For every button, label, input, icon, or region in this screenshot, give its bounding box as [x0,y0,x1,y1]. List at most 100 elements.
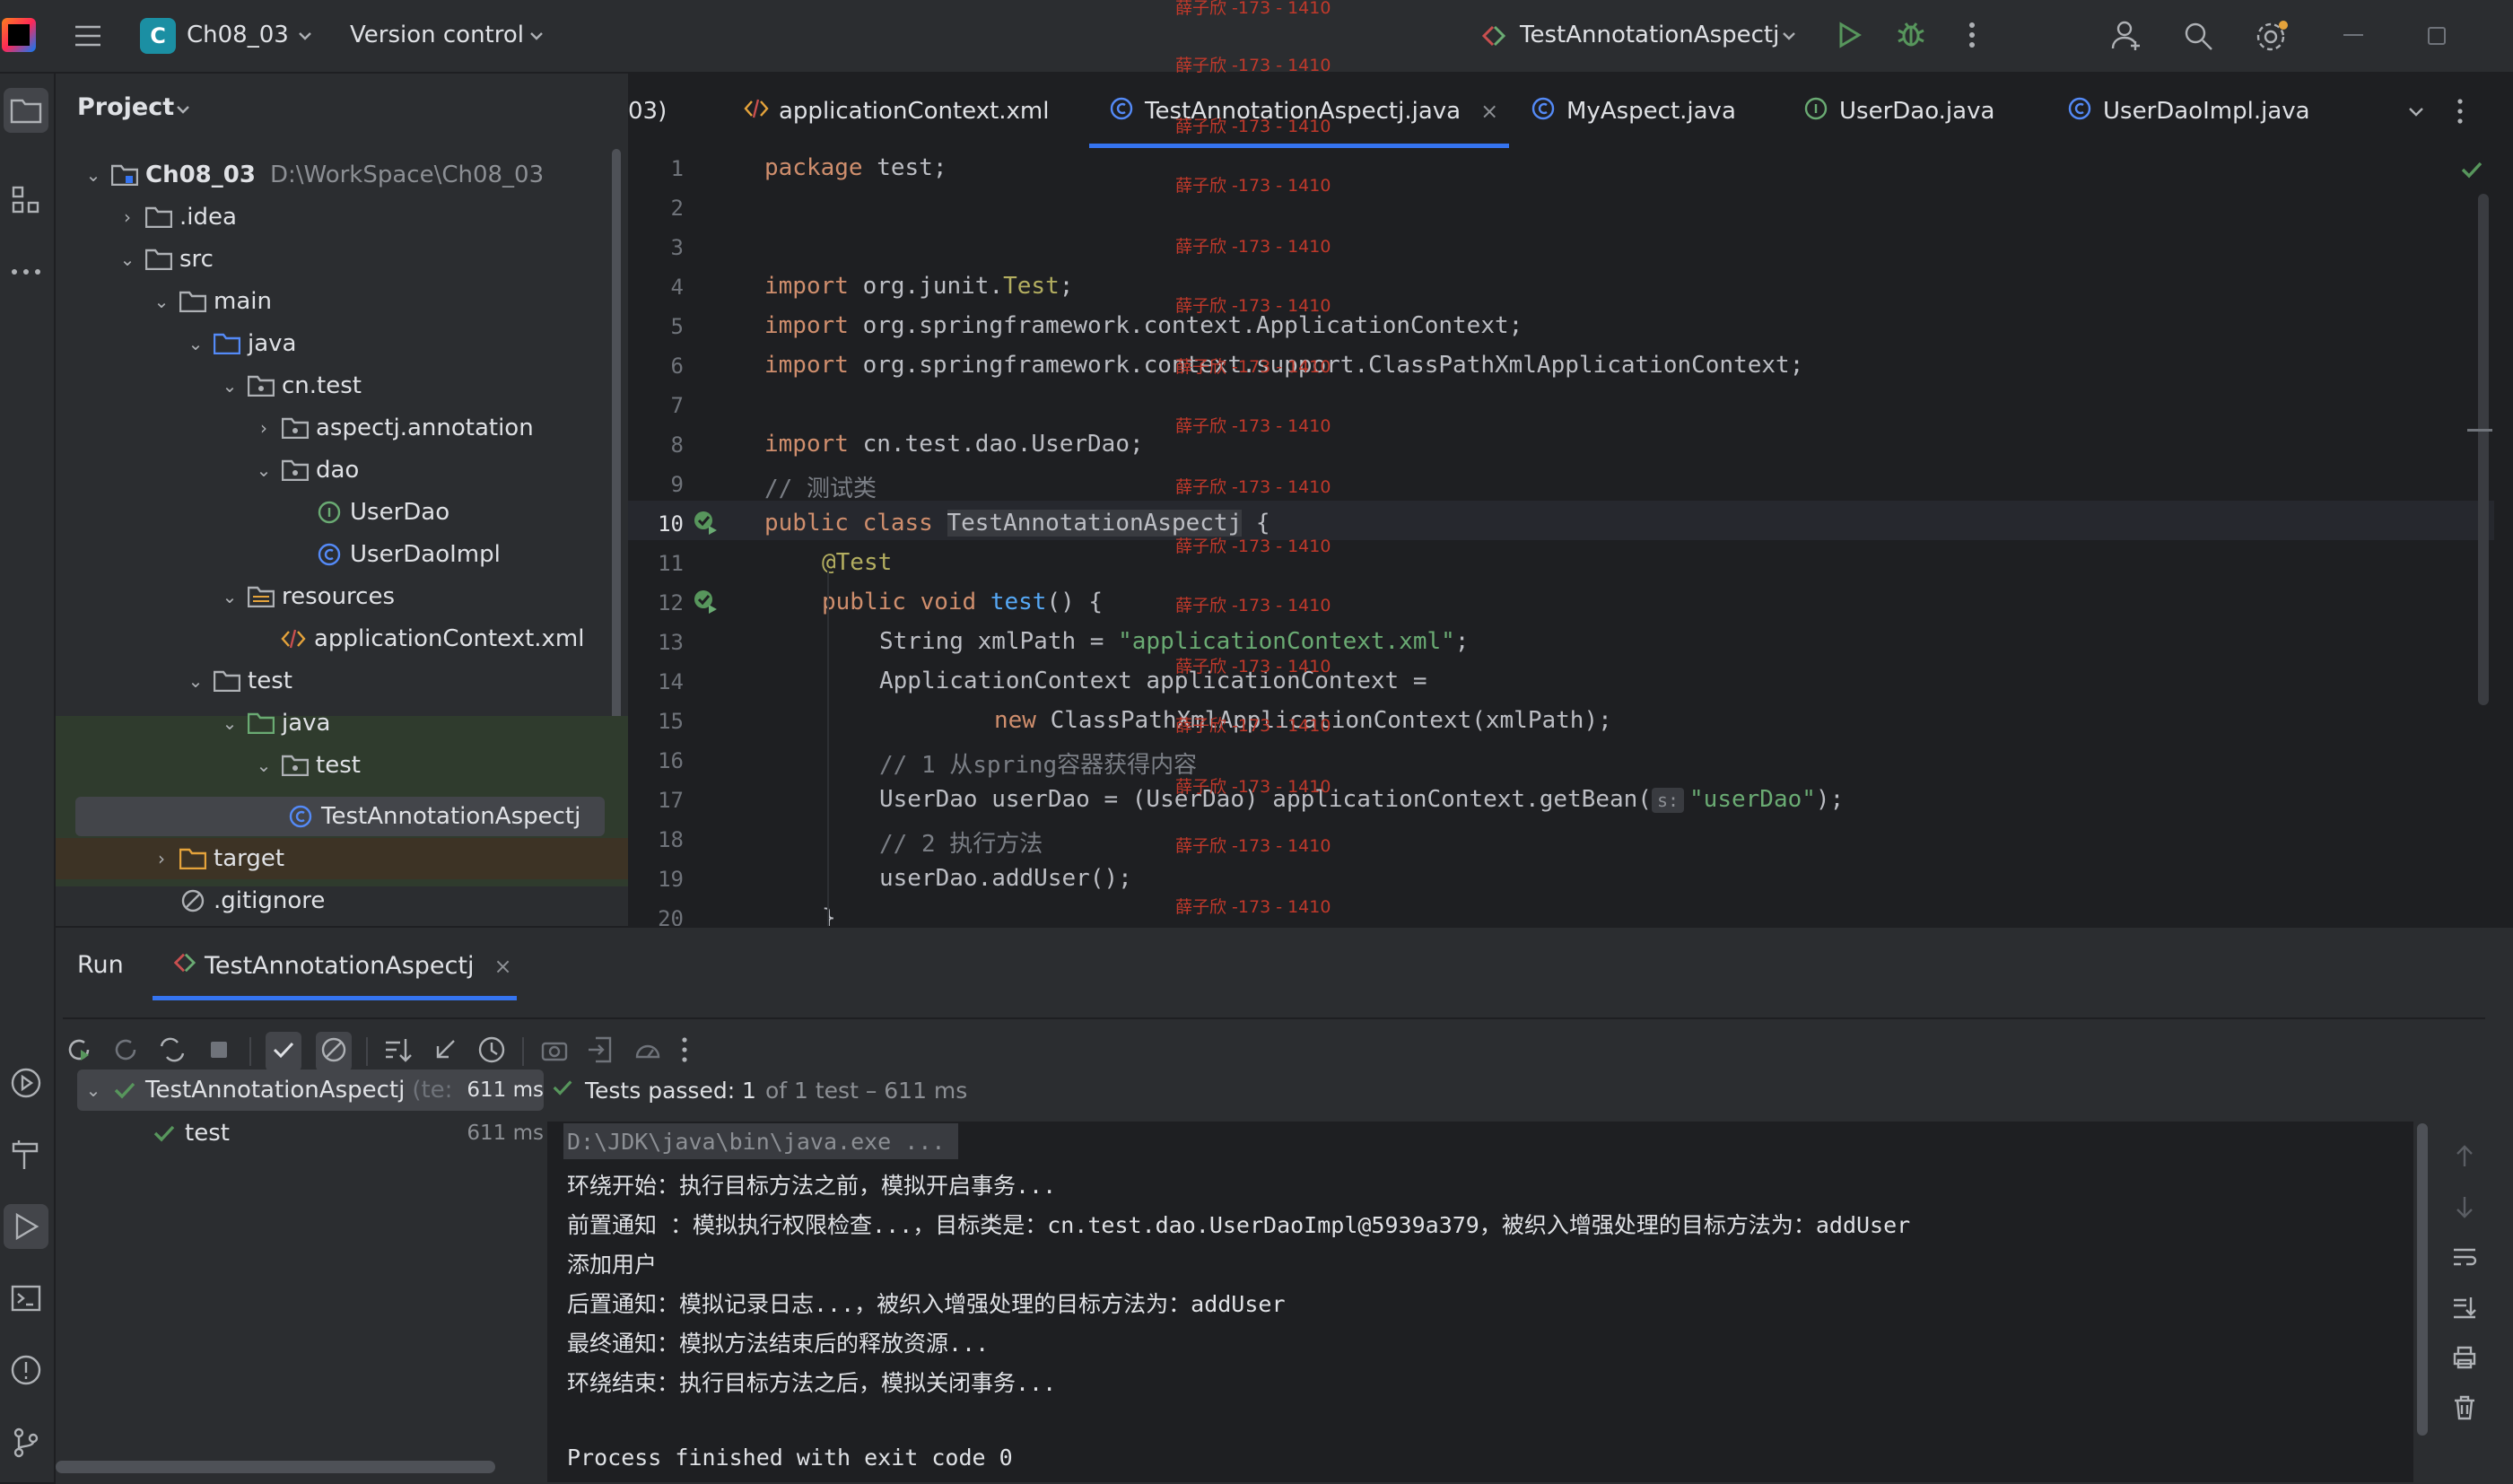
collapse-all-icon[interactable] [429,1034,461,1069]
project-panel-title[interactable]: Project [77,93,174,121]
watermark-text: 薛子欣 -173 - 1410 [1175,237,1331,257]
active-tab-indicator [1089,144,1509,148]
structure-tool-icon[interactable] [4,178,48,223]
tree-item-dao[interactable]: ⌄ dao [253,450,360,491]
show-ignored-toggle-icon[interactable] [316,1032,352,1071]
chevron-down-icon [174,100,192,122]
test-source-folder-icon [246,708,276,738]
tree-item-testannotationaspectj[interactable]: TestAnnotationAspectj [280,796,580,837]
problems-icon[interactable] [4,1348,48,1392]
rerun-icon[interactable] [63,1034,95,1069]
tree-item-main[interactable]: ⌄ main [151,281,272,322]
soft-wrap-icon[interactable] [2451,1244,2478,1274]
toggle-auto-test-icon[interactable] [156,1034,188,1069]
tab-userdao-java[interactable]: UserDao.java [1803,74,1994,149]
test-node-test[interactable]: test 611 ms [144,1113,544,1154]
no-problems-check-icon[interactable] [2458,156,2485,187]
tree-item-java-source[interactable]: ⌄ java [185,323,297,364]
run-icon[interactable] [1834,20,1864,54]
tree-item-userdao[interactable]: UserDao [309,492,449,533]
history-clock-icon[interactable] [476,1034,508,1069]
tree-item-cn-test[interactable]: ⌄ cn.test [219,365,362,406]
import-tests-icon[interactable] [585,1034,617,1069]
code-line-12: public void test() { [822,589,1104,615]
version-control-dropdown[interactable]: Version control [350,22,524,48]
search-icon[interactable] [2182,20,2214,56]
watermark-text: 薛子欣 -173 - 1410 [1175,596,1331,615]
chevron-down-icon: ⌄ [256,459,272,481]
tree-item-aspectj-annotation[interactable]: › aspectj.annotation [253,407,534,449]
debug-icon[interactable] [1895,18,1927,54]
more-options-icon[interactable] [1961,20,1983,54]
scroll-to-end-icon[interactable] [2451,1294,2478,1324]
sort-icon[interactable] [382,1034,414,1069]
chevron-right-icon: › [260,417,267,439]
close-tab-icon[interactable]: × [1480,99,1498,124]
code-editor[interactable]: 1 2 3 4 5 6 7 8 9 10 11 12 13 14 15 16 1… [628,149,2513,926]
test-tree-scrollbar[interactable] [56,1461,495,1473]
test-node-suite[interactable]: ⌄ TestAnnotationAspectj (te: 611 ms [83,1069,544,1111]
git-branch-icon[interactable] [4,1419,48,1464]
editor-scrollbar[interactable] [2478,194,2489,705]
tree-item-idea[interactable]: › .idea [117,196,237,238]
interface-icon [314,497,345,528]
minimize-button[interactable] [2343,34,2363,36]
folder-icon [144,202,174,232]
tab-testannotationaspectj-java[interactable]: TestAnnotationAspectj.java × [1109,74,1498,149]
run-config-dropdown[interactable]: TestAnnotationAspectj [1520,22,1779,48]
tree-item-userdaoimpl[interactable]: UserDaoImpl [309,534,501,575]
tree-item-test-package[interactable]: ⌄ test [253,745,361,786]
console-scrollbar[interactable] [2417,1123,2428,1436]
project-name-dropdown[interactable]: Ch08_03 [187,22,289,48]
scroll-down-icon[interactable] [2451,1193,2478,1224]
stop-icon[interactable] [203,1034,235,1069]
test-passed-check-icon [551,1076,574,1104]
tree-item-src[interactable]: ⌄ src [117,239,214,280]
rerun-failed-icon[interactable] [109,1034,142,1069]
more-tools-icon[interactable] [4,249,48,294]
camera-icon[interactable] [538,1034,571,1069]
run-tool-icon[interactable] [4,1204,48,1249]
settings-gear-icon[interactable] [2254,18,2290,57]
build-hammer-icon[interactable] [4,1132,48,1177]
tab-myaspect-java[interactable]: MyAspect.java [1531,74,1736,149]
tab-overflow-partial[interactable]: 03) [628,74,667,149]
tree-item-target[interactable]: › target [151,838,284,879]
console-output[interactable]: D:\JDK\java\bin\java.exe ... 环绕开始：执行目标方法… [547,1122,2413,1482]
main-menu-icon[interactable] [72,20,104,56]
coverage-icon[interactable] [632,1034,664,1069]
run-test-gutter-icon[interactable] [693,589,720,619]
code-line-11: @Test [822,549,893,576]
project-tool-icon[interactable] [4,88,48,133]
xml-file-icon [278,624,309,654]
scroll-up-icon[interactable] [2451,1143,2478,1174]
restore-button[interactable] [2428,27,2446,45]
services-icon[interactable] [4,1061,48,1105]
tab-more-options-icon[interactable] [2455,97,2465,129]
test-status-bar: Tests passed: 1 of 1 test – 611 ms [551,1069,967,1111]
run-tab-testannotationaspectj[interactable]: TestAnnotationAspectj × [172,951,512,981]
project-path: D:\WorkSpace\Ch08_03 [269,161,545,188]
clear-trash-icon[interactable] [2451,1394,2478,1425]
terminal-icon[interactable] [4,1276,48,1321]
more-options-icon[interactable] [678,1035,691,1068]
tree-item-test-java[interactable]: ⌄ java [219,703,331,744]
tree-item-applicationcontext-xml[interactable]: applicationContext.xml [273,618,584,659]
tree-item-resources[interactable]: ⌄ resources [219,576,395,617]
tree-item-ch08-03[interactable]: ⌄ Ch08_03 D:\WorkSpace\Ch08_03 [83,154,545,196]
print-icon[interactable] [2451,1344,2478,1375]
line-number: 13 [658,630,684,655]
package-icon [280,750,310,781]
tree-item-test-dir[interactable]: ⌄ test [185,660,292,702]
scroll-marker [2467,429,2492,432]
tab-userdaoimpl-java[interactable]: UserDaoImpl.java [2067,74,2310,149]
line-number: 8 [670,432,684,458]
tree-item-gitignore[interactable]: .gitignore [172,880,325,921]
close-tab-icon[interactable]: × [493,954,511,979]
tab-list-chevron-icon[interactable] [2406,102,2426,126]
tab-applicationcontext-xml[interactable]: applicationContext.xml [743,74,1049,149]
tree-label: applicationContext.xml [314,625,585,652]
show-passed-toggle-icon[interactable] [266,1032,301,1071]
run-test-gutter-icon[interactable] [693,510,720,540]
add-user-icon[interactable] [2110,18,2144,56]
